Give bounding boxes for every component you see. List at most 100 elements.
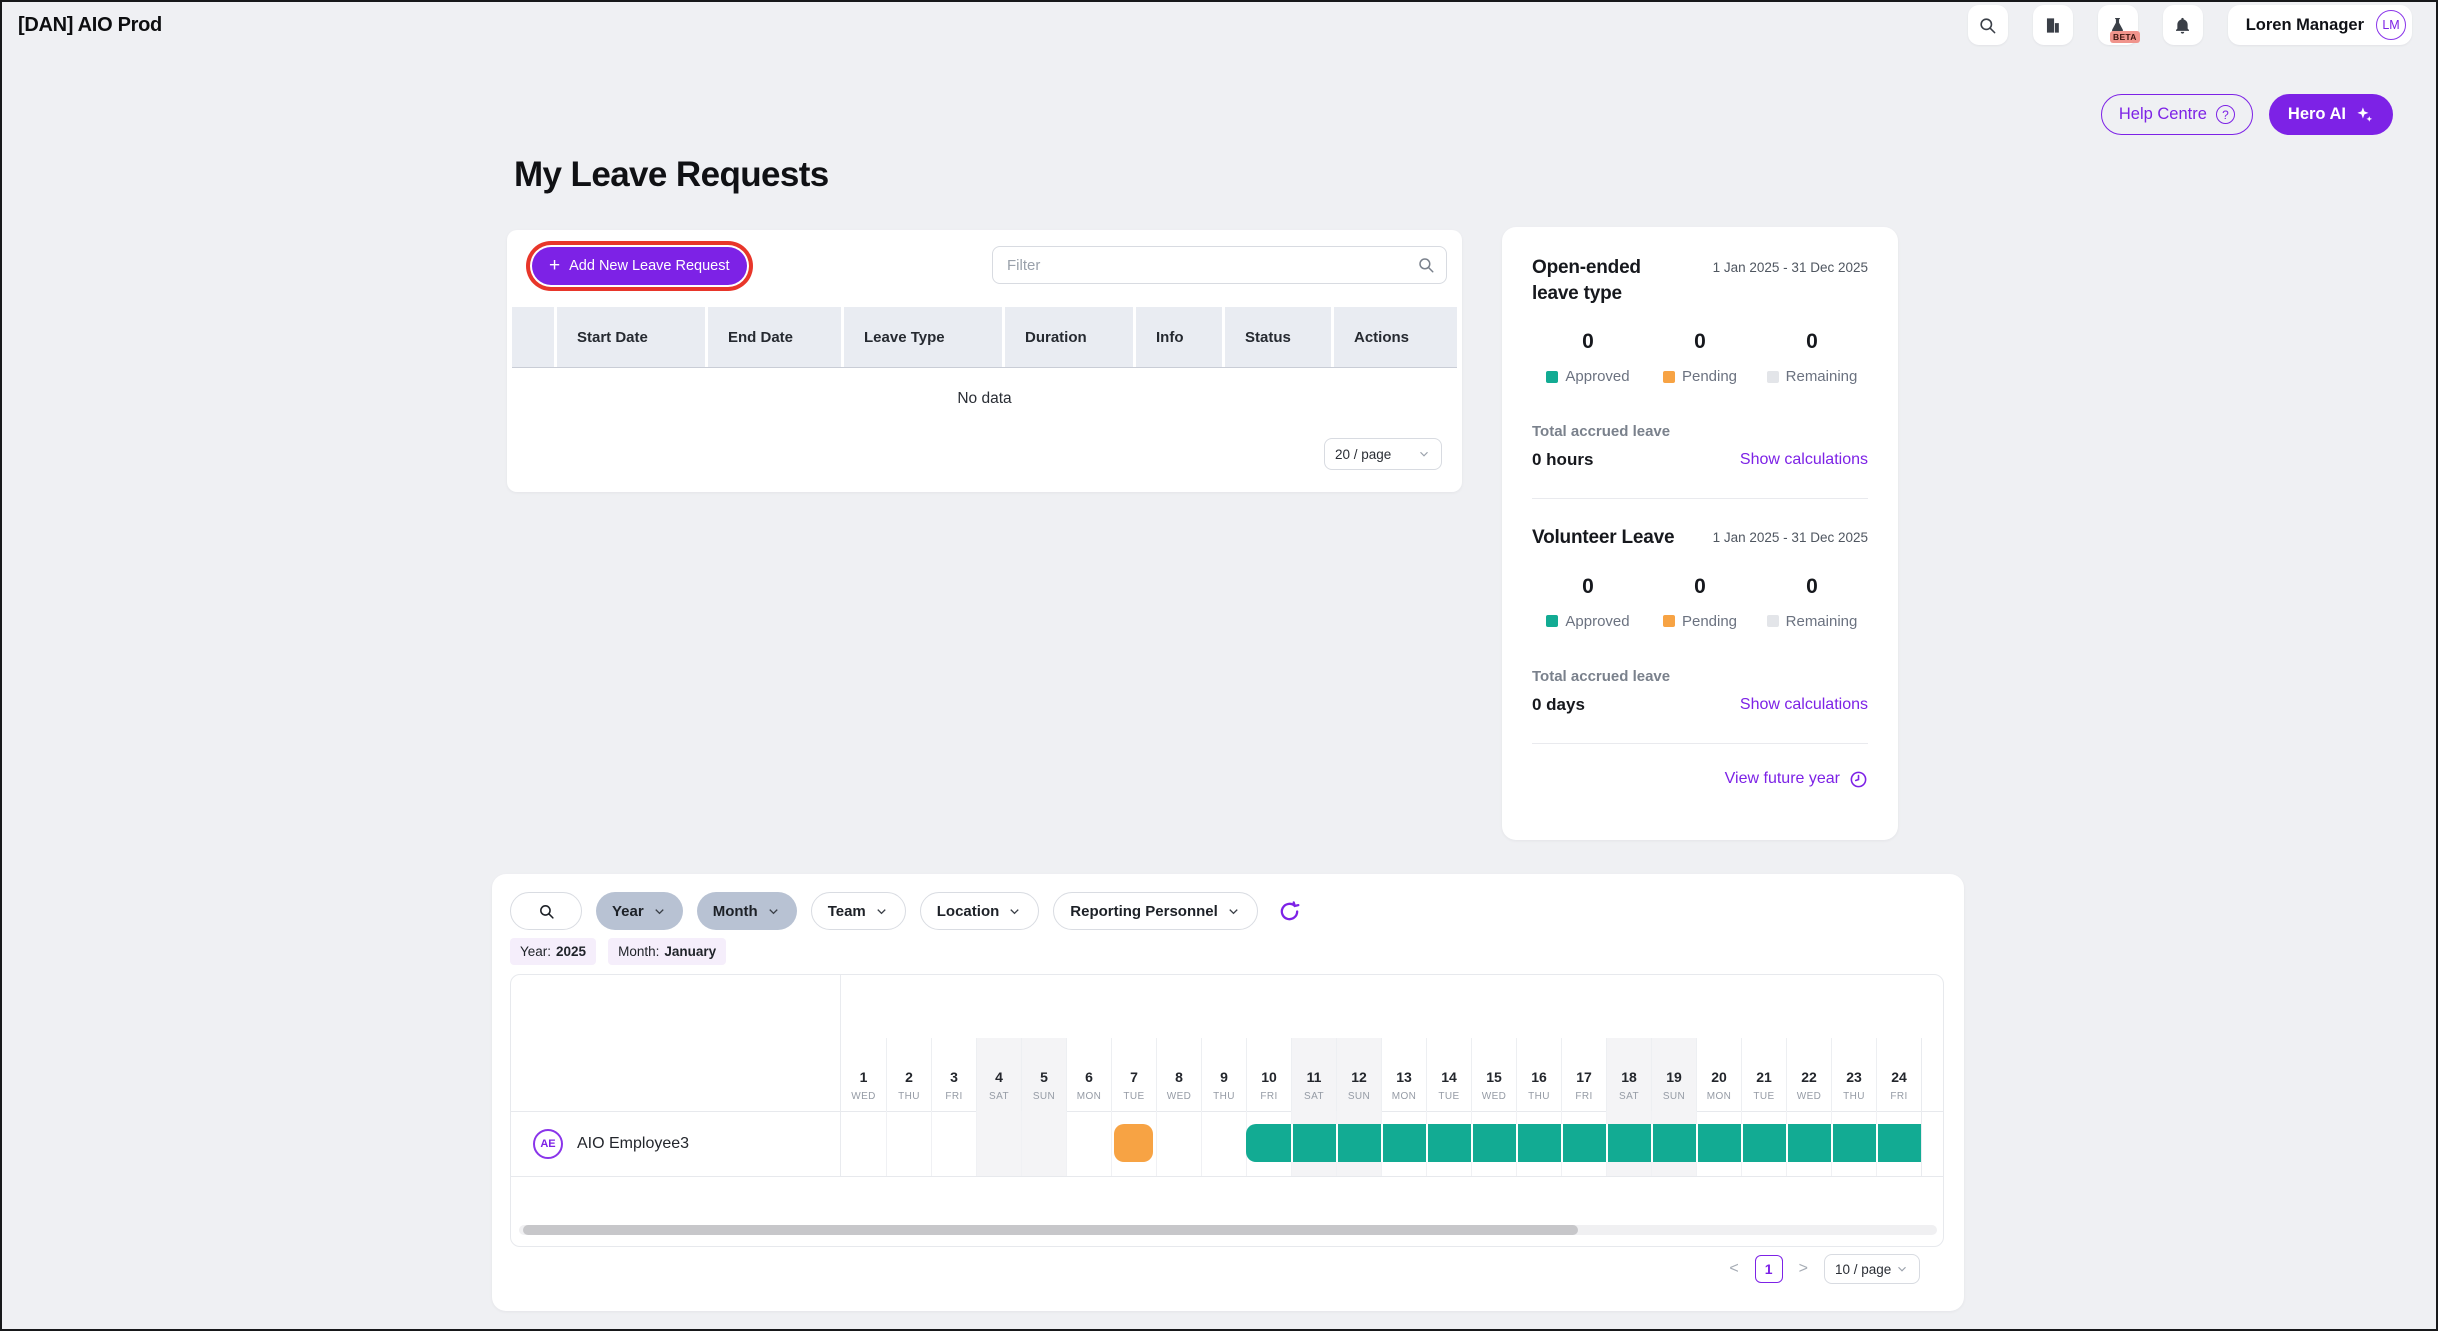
leave-period: 1 Jan 2025 - 31 Dec 2025 <box>1713 260 1868 275</box>
legend-approved: Approved <box>1546 368 1629 385</box>
day-number: 15 <box>1486 1069 1502 1085</box>
organisation-button[interactable] <box>2033 5 2073 45</box>
day-weekday: TUE <box>1438 1091 1459 1102</box>
day-number: 8 <box>1175 1069 1183 1085</box>
leave-period: 1 Jan 2025 - 31 Dec 2025 <box>1713 530 1868 545</box>
leave-day-segment <box>1831 1124 1876 1162</box>
leave-balance-section-open-ended-leave-type: Open-ended leave type1 Jan 2025 - 31 Dec… <box>1532 255 1868 470</box>
leave-day-segment <box>1651 1124 1696 1162</box>
legend-label-remaining: Remaining <box>1786 613 1858 630</box>
day-header-13: 13MON <box>1381 1038 1426 1111</box>
previous-page-icon[interactable]: < <box>1725 1257 1742 1281</box>
day-header-14: 14 TUE <box>1426 1038 1471 1111</box>
global-search-button[interactable] <box>1968 5 2008 45</box>
labs-beta-button[interactable]: BETA <box>2098 5 2138 45</box>
stat-remaining: 0 Remaining <box>1756 330 1868 385</box>
refresh-button[interactable] <box>1278 900 1301 923</box>
show-calculations-link[interactable]: Show calculations <box>1740 696 1868 714</box>
filter-location[interactable]: Location <box>920 892 1040 930</box>
leave-bar-approved[interactable] <box>1246 1124 1921 1162</box>
chevron-down-icon <box>652 904 667 919</box>
hero-ai-button[interactable]: Hero AI <box>2269 94 2393 135</box>
column-header-leave-type: Leave Type <box>844 307 1002 367</box>
day-weekday: THU <box>1528 1091 1550 1102</box>
leave-day-segment <box>1471 1124 1516 1162</box>
grid-edge <box>1921 1038 1922 1176</box>
legend-label-remaining: Remaining <box>1786 368 1858 385</box>
day-weekday: FRI <box>1890 1091 1907 1102</box>
tag-value: January <box>664 944 716 959</box>
filter-field-wrap <box>992 246 1447 284</box>
filter-input[interactable] <box>992 246 1447 284</box>
stat-remaining: 0Remaining <box>1756 575 1868 630</box>
stat-pending: 0Pending <box>1644 330 1756 385</box>
approved-swatch-icon <box>1546 615 1558 627</box>
divider <box>511 1176 1943 1177</box>
day-number: 4 <box>995 1069 1003 1085</box>
leave-day-segment <box>1291 1124 1336 1162</box>
stat-value-approved: 0 <box>1582 575 1594 599</box>
show-calculations-link[interactable]: Show calculations <box>1740 451 1868 469</box>
day-number: 14 <box>1441 1069 1457 1085</box>
add-new-leave-request-button[interactable]: + Add New Leave Request <box>532 247 747 285</box>
chevron-down-icon <box>1226 904 1241 919</box>
leave-day-segment <box>1516 1124 1561 1162</box>
day-header-2: 2THU <box>886 1038 931 1111</box>
day-weekday: FRI <box>1260 1091 1277 1102</box>
user-name: Loren Manager <box>2246 16 2364 35</box>
divider <box>1532 498 1868 499</box>
day-weekday: SAT <box>989 1091 1009 1102</box>
day-number: 11 <box>1307 1069 1322 1085</box>
filter-team[interactable]: Team <box>811 892 906 930</box>
day-number: 18 <box>1621 1069 1637 1085</box>
horizontal-scrollbar-handle[interactable] <box>523 1225 1578 1235</box>
legend-approved: Approved <box>1546 613 1629 630</box>
filter-year[interactable]: Year <box>596 892 683 930</box>
tag-label: Month: <box>618 944 659 959</box>
day-number: 1 <box>860 1069 868 1085</box>
stat-approved: 0 Approved <box>1532 575 1644 630</box>
leave-day-segment <box>1246 1124 1291 1162</box>
approved-swatch-icon <box>1546 371 1558 383</box>
help-centre-button[interactable]: Help Centre ? <box>2101 94 2253 135</box>
balance-stats: 0 Approved 0Pending0 Remaining <box>1532 330 1868 385</box>
day-weekday: SUN <box>1033 1091 1055 1102</box>
leave-balance-section-volunteer-leave: Volunteer Leave1 Jan 2025 - 31 Dec 20250… <box>1532 525 1868 715</box>
current-page[interactable]: 1 <box>1755 1255 1783 1283</box>
avatar: AE <box>533 1129 563 1159</box>
day-cell-4 <box>976 1111 1021 1176</box>
column-header-start-date: Start Date <box>557 307 705 367</box>
user-menu[interactable]: Loren Manager LM <box>2228 5 2412 45</box>
leave-bar-pending[interactable] <box>1114 1124 1153 1162</box>
day-number: 20 <box>1711 1069 1727 1085</box>
filter-month[interactable]: Month <box>697 892 797 930</box>
stat-value-remaining: 0 <box>1806 330 1818 354</box>
page-size-select[interactable]: 20 / page <box>1324 438 1442 470</box>
day-weekday: MON <box>1707 1091 1732 1102</box>
page-size-select[interactable]: 10 / page <box>1824 1254 1920 1284</box>
day-header-6: 6MON <box>1066 1038 1111 1111</box>
question-mark-icon: ? <box>2216 105 2235 124</box>
day-cell-3 <box>931 1111 976 1176</box>
search-icon <box>1978 16 1997 35</box>
chevron-down-icon <box>766 904 781 919</box>
next-page-icon[interactable]: > <box>1795 1257 1812 1281</box>
filter-reporting-personnel[interactable]: Reporting Personnel <box>1053 892 1258 930</box>
calendar-search-button[interactable] <box>510 892 582 930</box>
chevron-down-icon <box>1895 1262 1909 1276</box>
day-weekday: SUN <box>1663 1091 1685 1102</box>
tag-value: 2025 <box>556 944 586 959</box>
leave-day-segment <box>1381 1124 1426 1162</box>
day-weekday: SAT <box>1304 1091 1324 1102</box>
day-header-15: 15WED <box>1471 1038 1516 1111</box>
view-future-year-link[interactable]: View future year <box>1532 770 1868 789</box>
day-header-16: 16THU <box>1516 1038 1561 1111</box>
day-header-7: 7TUE <box>1111 1038 1156 1111</box>
leave-day-segment <box>1696 1124 1741 1162</box>
leave-day-segment <box>1426 1124 1471 1162</box>
notifications-button[interactable] <box>2163 5 2203 45</box>
horizontal-scrollbar-track[interactable] <box>519 1225 1937 1235</box>
day-weekday: MON <box>1077 1091 1102 1102</box>
filter-label: Reporting Personnel <box>1070 903 1218 920</box>
column-header-status: Status <box>1225 307 1331 367</box>
